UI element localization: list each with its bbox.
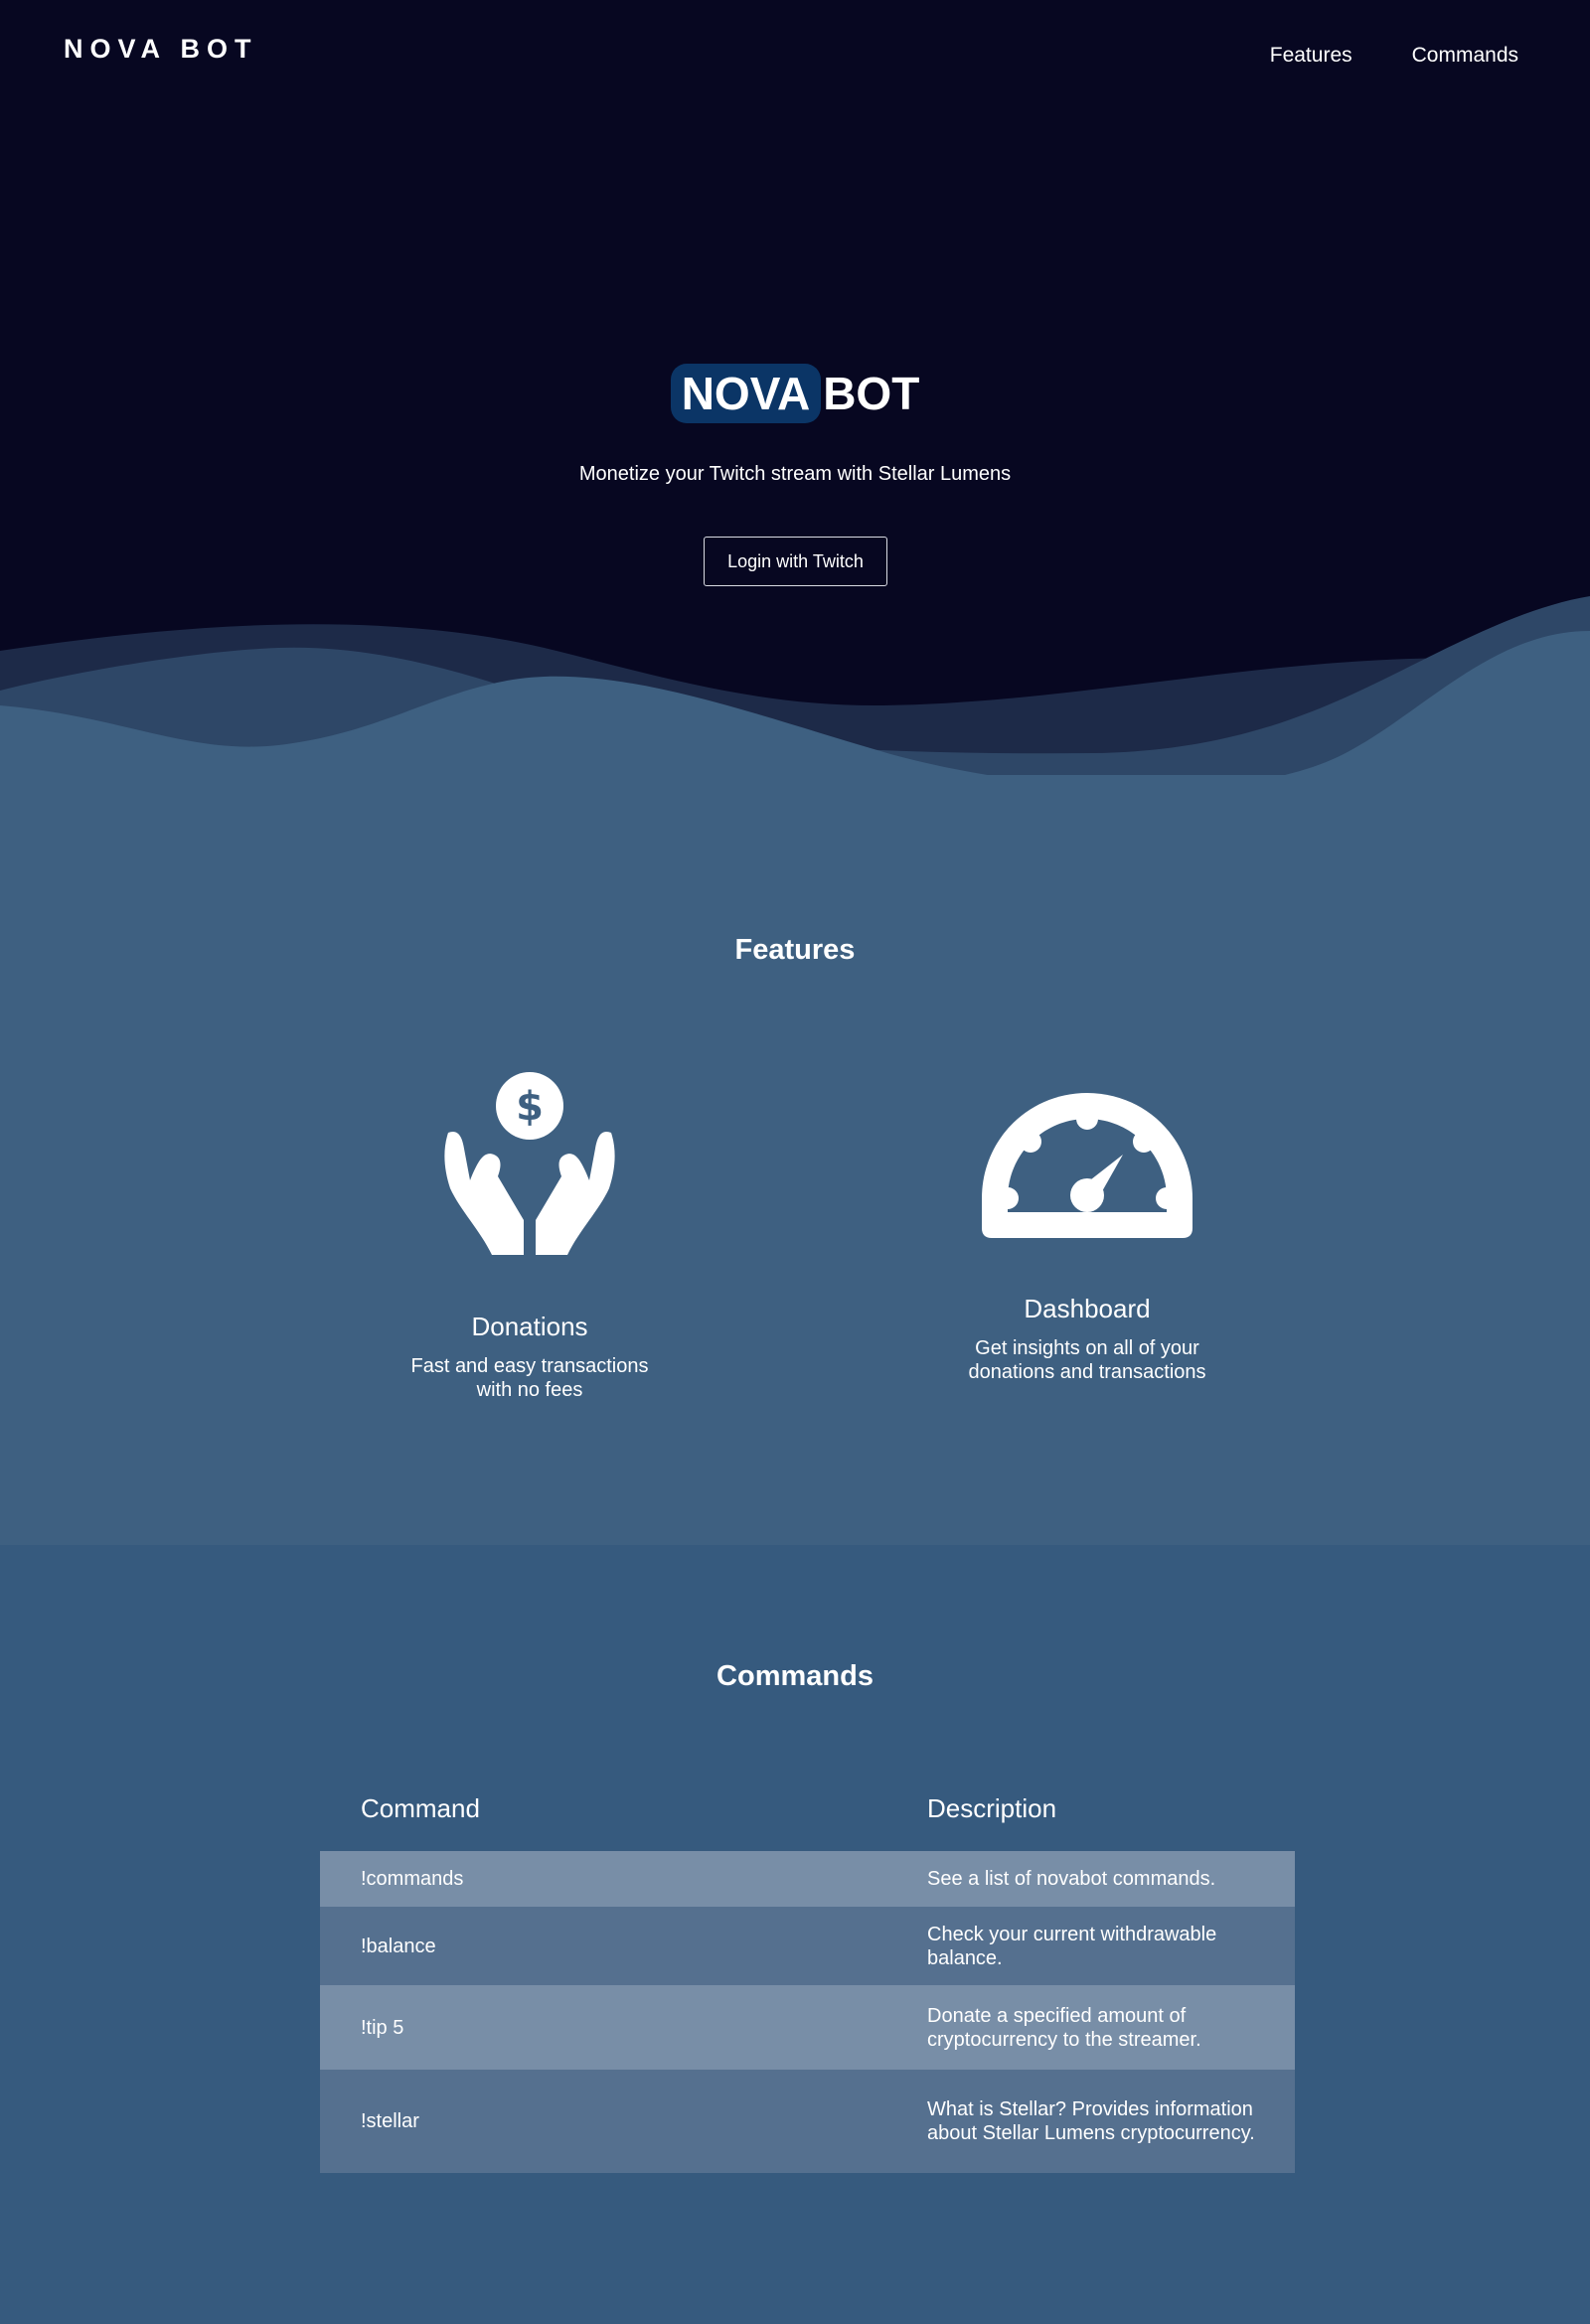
command-cell: !tip 5	[361, 2016, 404, 2039]
feature-desc-dashboard: Get insights on all of your donations an…	[968, 1337, 1206, 1383]
svg-text:$: $	[516, 1084, 544, 1130]
table-header: Command Description	[320, 1766, 1295, 1851]
features-title: Features	[734, 934, 856, 966]
description-cell: What is Stellar? Provides information ab…	[927, 2098, 1255, 2144]
hero-section: NOVA BOT Features Commands NOVA BOT Monet…	[0, 0, 1590, 775]
hero-tagline: Monetize your Twitch stream with Stellar…	[578, 463, 1012, 485]
commands-section: Commands Command Description !commands S…	[0, 1545, 1590, 2324]
hands-dollar-icon: $	[444, 1072, 615, 1255]
feature-title-donations: Donations	[471, 1312, 588, 1341]
description-cell: Check your current withdrawable balance.	[927, 1923, 1217, 1969]
description-cell: See a list of novabot commands.	[927, 1868, 1216, 1890]
command-cell: !stellar	[361, 2110, 419, 2132]
command-cell: !balance	[361, 1935, 436, 1957]
features-section: Features $ Donations Fast and easy trans…	[0, 775, 1590, 1545]
brand-logo[interactable]: NOVA BOT	[64, 34, 258, 65]
feature-card-donations: $ Donations Fast and easy transactions w…	[321, 1071, 738, 1402]
header-command: Command	[361, 1792, 480, 1823]
table-row: !commands See a list of novabot commands…	[320, 1851, 1295, 1907]
header-description: Description	[927, 1792, 1057, 1823]
nav-link-commands[interactable]: Commands	[1412, 44, 1518, 68]
feature-title-dashboard: Dashboard	[1024, 1294, 1151, 1323]
table-row: !tip 5 Donate a specified amount of cryp…	[320, 1985, 1295, 2070]
commands-table: Command Description !commands See a list…	[320, 1766, 1295, 2173]
hero-title-highlight: NOVA	[670, 364, 822, 423]
table-row: !stellar What is Stellar? Provides infor…	[320, 2070, 1295, 2173]
description-cell: Donate a specified amount of cryptocurre…	[927, 2004, 1201, 2051]
speedometer-icon	[982, 1093, 1192, 1238]
top-nav: Features Commands	[1270, 44, 1518, 68]
feature-desc-donations: Fast and easy transactions with no fees	[410, 1355, 649, 1401]
commands-title: Commands	[716, 1660, 874, 1692]
wave-decoration	[0, 596, 1590, 775]
nav-link-features[interactable]: Features	[1270, 44, 1352, 68]
table-row: !balance Check your current withdrawable…	[320, 1907, 1295, 1985]
feature-card-dashboard: Dashboard Get insights on all of your do…	[878, 1093, 1296, 1384]
hero-title: NOVA BOT	[0, 364, 1590, 423]
hero-title-rest: BOT	[823, 368, 920, 419]
command-cell: !commands	[361, 1868, 464, 1890]
